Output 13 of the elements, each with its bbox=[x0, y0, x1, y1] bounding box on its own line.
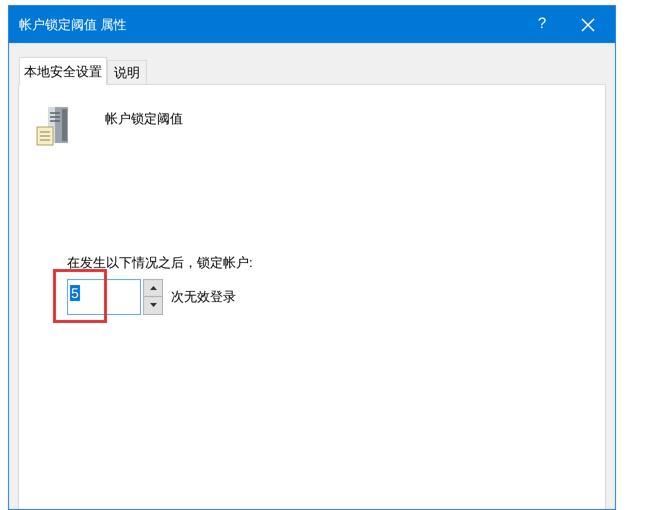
spin-down-button[interactable] bbox=[144, 297, 162, 314]
window-title: 帐户锁定阈值 属性 bbox=[19, 16, 128, 34]
count-value: 5 bbox=[70, 284, 80, 300]
tab[interactable]: 说明 bbox=[107, 60, 147, 84]
lockout-label: 在发生以下情况之后，锁定帐户: bbox=[67, 254, 254, 272]
count-suffix: 次无效登录 bbox=[171, 288, 236, 306]
close-icon bbox=[581, 18, 595, 32]
help-button[interactable]: ? bbox=[519, 10, 565, 40]
tab[interactable]: 本地安全设置 bbox=[19, 57, 107, 85]
policy-name: 帐户锁定阈值 bbox=[105, 110, 183, 128]
down-arrow-icon bbox=[150, 303, 156, 308]
up-arrow-icon bbox=[150, 286, 156, 290]
spin-up-button[interactable] bbox=[144, 280, 162, 297]
